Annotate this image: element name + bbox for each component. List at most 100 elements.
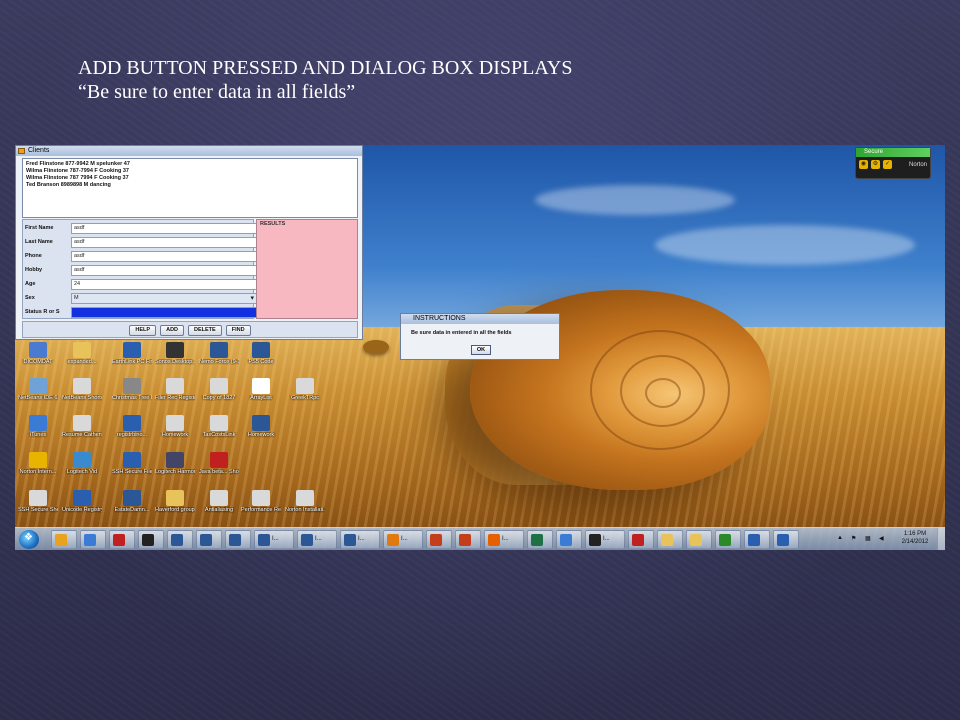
- desktop-icon[interactable]: Haverford group email: [155, 490, 195, 524]
- taskbar-item-label: I...: [358, 536, 365, 542]
- desktop-icon[interactable]: Nemo Force (9-1-11): [199, 342, 239, 376]
- taskbar-item[interactable]: [527, 530, 553, 549]
- desktop-icon[interactable]: EstateDamn...: [112, 490, 152, 524]
- desktop-icon[interactable]: Norton Intern...: [18, 452, 58, 486]
- client-list-item[interactable]: Wilma Flinstone 787-7994 F Cooking 37: [26, 168, 354, 175]
- first-name-field[interactable]: asdf: [71, 223, 257, 234]
- desktop-icon[interactable]: Filer Rec Registen: [155, 378, 195, 412]
- taskbar-item[interactable]: [196, 530, 222, 549]
- desktop-icon[interactable]: DICOMDAT: [18, 342, 58, 376]
- desktop-icon[interactable]: PS5 Code: [241, 342, 281, 376]
- folder-icon: [73, 342, 91, 358]
- desktop-icon[interactable]: SSH Secure Shell Client: [18, 490, 58, 524]
- taskbar-item[interactable]: I...: [484, 530, 524, 549]
- desktop-icon[interactable]: Sonos Desktop...: [155, 342, 195, 376]
- taskbar-item[interactable]: [167, 530, 193, 549]
- phone-field[interactable]: asdf: [71, 251, 257, 262]
- desktop-icon[interactable]: Java beta... Shortcuts: [199, 452, 239, 486]
- taskbar-item[interactable]: [686, 530, 712, 549]
- desktop-icon[interactable]: Copy of 1827: [199, 378, 239, 412]
- sex-select[interactable]: M: [71, 293, 257, 304]
- desktop-icon-label: Sonos Desktop...: [155, 359, 195, 365]
- gear-icon[interactable]: ⚙: [871, 160, 880, 169]
- shield-icon[interactable]: ✓: [883, 160, 892, 169]
- taskbar-item[interactable]: [715, 530, 741, 549]
- client-list-item[interactable]: Wilma Flinstone 787 7994 F Cooking 37: [26, 175, 354, 182]
- network-icon[interactable]: ▦: [865, 535, 871, 542]
- taskbar-item[interactable]: I...: [585, 530, 625, 549]
- field-label: Last Name: [25, 239, 53, 245]
- add-button[interactable]: ADD: [160, 325, 185, 336]
- desktop-icon-label: Resume Cathen...: [62, 432, 102, 438]
- desktop-icon[interactable]: NetBeans Shortcuts: [62, 378, 102, 412]
- desktop-icon[interactable]: Homework: [155, 415, 195, 449]
- word-doc-icon: [123, 490, 141, 506]
- word-doc-icon: [252, 415, 270, 431]
- find-button[interactable]: FIND: [225, 325, 251, 336]
- desktop-icon[interactable]: expanded...: [62, 342, 102, 376]
- flag-icon[interactable]: ⚑: [851, 535, 856, 542]
- eye-icon[interactable]: ◉: [859, 160, 868, 169]
- taskbar-item[interactable]: [80, 530, 106, 549]
- desktop-icon[interactable]: Performance Reviews 2009: [241, 490, 281, 524]
- desktop-icon[interactable]: iTunes: [18, 415, 58, 449]
- norton-gadget[interactable]: Secure ◉ ⚙ ✓ Norton: [855, 147, 931, 179]
- start-button[interactable]: [19, 530, 39, 549]
- desktop-icon[interactable]: NetBeans IDE 6.8: [18, 378, 58, 412]
- taskbar-item[interactable]: [628, 530, 654, 549]
- delete-button[interactable]: DELETE: [188, 325, 222, 336]
- desktop-icon[interactable]: Logitech Vid: [62, 452, 102, 486]
- desktop-icon[interactable]: registrbino...: [112, 415, 152, 449]
- taskbar-item[interactable]: [225, 530, 251, 549]
- taskbar-item[interactable]: [426, 530, 452, 549]
- taskbar-item[interactable]: [556, 530, 582, 549]
- hobby-field[interactable]: asdf: [71, 265, 257, 276]
- status-field[interactable]: [71, 307, 257, 318]
- firefox-icon: [488, 534, 500, 546]
- clients-window[interactable]: Clients Fred Flinstone 877-9942 M spelun…: [15, 145, 363, 340]
- desktop-icon[interactable]: Antialiasing: [199, 490, 239, 524]
- taskbar-item[interactable]: [109, 530, 135, 549]
- desktop-icon[interactable]: Christmas Tree Image: [112, 378, 152, 412]
- last-name-field[interactable]: asdf: [71, 237, 257, 248]
- taskbar-item[interactable]: I...: [340, 530, 380, 549]
- desktop-icon[interactable]: Norton Installati...: [285, 490, 325, 524]
- taskbar-item[interactable]: [773, 530, 799, 549]
- slide-title-line-2: “Be sure to enter data in all fields”: [78, 81, 356, 103]
- volume-icon[interactable]: ◀: [879, 535, 884, 542]
- folder-icon: [29, 342, 47, 358]
- dialog-title-bar[interactable]: INSTRUCTIONS: [401, 314, 559, 324]
- taskbar-item[interactable]: [657, 530, 683, 549]
- taskbar-item[interactable]: I...: [297, 530, 337, 549]
- taskbar-item[interactable]: [744, 530, 770, 549]
- clock[interactable]: 1:16 PM 2/14/2012: [895, 530, 935, 546]
- desktop-icon[interactable]: Homework: [241, 415, 281, 449]
- app-icon: [719, 534, 731, 546]
- clients-title-bar[interactable]: Clients: [16, 146, 362, 156]
- desktop-icon[interactable]: GreekTRpc: [285, 378, 325, 412]
- powerpoint-icon: [459, 534, 471, 546]
- desktop-icon[interactable]: EarthLink PC FineTune: [112, 342, 152, 376]
- taskbar-item[interactable]: I...: [383, 530, 423, 549]
- age-field[interactable]: 24: [71, 279, 257, 290]
- ok-button[interactable]: OK: [471, 345, 491, 355]
- clients-list[interactable]: Fred Flinstone 877-9942 M spelunker 47 Wi…: [22, 158, 358, 218]
- tray-arrow-icon[interactable]: ▲: [837, 535, 843, 541]
- desktop-icon[interactable]: ArrayList: [241, 378, 281, 412]
- taskbar-item[interactable]: [455, 530, 481, 549]
- desktop-icon[interactable]: TaxCostsLink: [199, 415, 239, 449]
- help-button[interactable]: HELP: [129, 325, 157, 336]
- taskbar-item[interactable]: I...: [254, 530, 294, 549]
- taskbar-item-label: I...: [401, 536, 408, 542]
- instructions-dialog[interactable]: INSTRUCTIONS Be sure data in entered in …: [400, 313, 560, 360]
- desktop-icon[interactable]: SSH Secure File Transfe...: [112, 452, 152, 486]
- show-desktop-button[interactable]: [937, 528, 945, 550]
- client-list-item[interactable]: Fred Flinstone 877-9942 M spelunker 47: [26, 161, 354, 168]
- desktop-icon[interactable]: Resume Cathen...: [62, 415, 102, 449]
- taskbar-item[interactable]: [51, 530, 77, 549]
- image-icon: [123, 378, 141, 394]
- client-list-item[interactable]: Ted Branson 8989898 M dancing: [26, 182, 354, 189]
- desktop-icon[interactable]: Logitech Harmony: [155, 452, 195, 486]
- taskbar-item[interactable]: [138, 530, 164, 549]
- desktop-icon[interactable]: Unicode Registry Bo: [62, 490, 102, 524]
